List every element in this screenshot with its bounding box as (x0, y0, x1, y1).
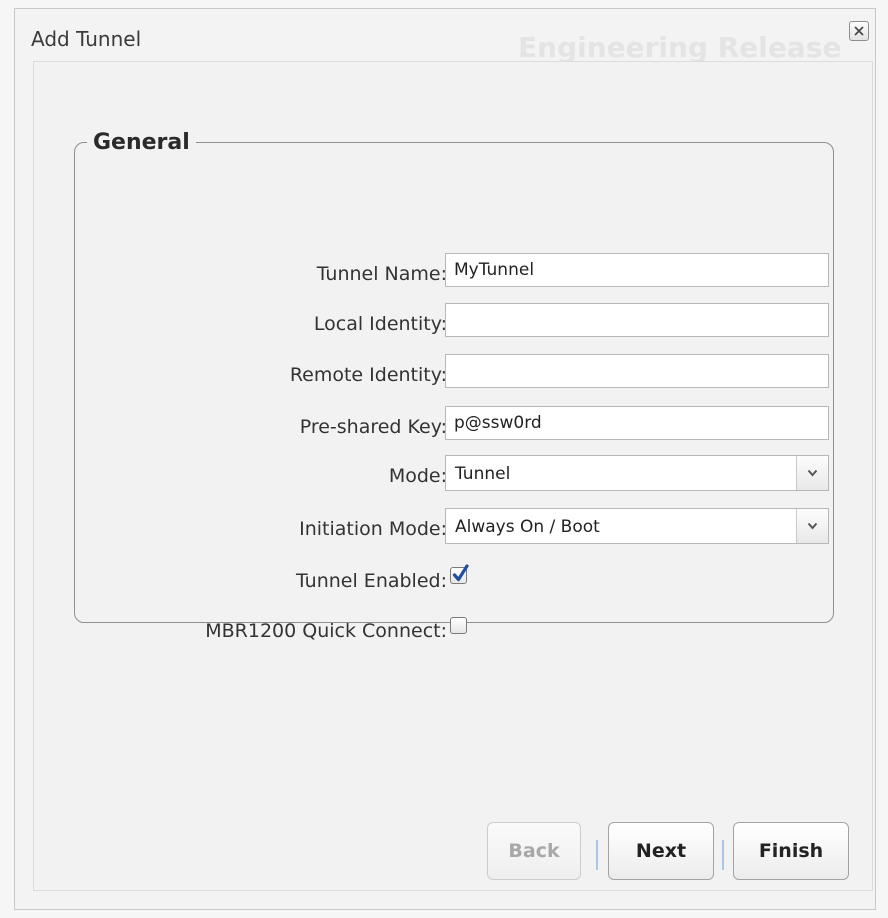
tunnel-name-input[interactable] (445, 253, 829, 287)
dialog-content: General Tunnel Name: Local Identity: Rem… (33, 61, 873, 891)
general-fieldset: General Tunnel Name: Local Identity: Rem… (74, 130, 835, 642)
background-watermark: Engineering Release (518, 31, 842, 61)
dialog-title: Add Tunnel (31, 27, 142, 51)
mode-select[interactable]: Tunnel (445, 455, 829, 491)
local-identity-label: Local Identity: (313, 313, 447, 335)
remote-identity-row: Remote Identity: (75, 354, 835, 394)
chevron-down-icon (807, 522, 818, 530)
local-identity-input[interactable] (445, 303, 829, 337)
mode-label: Mode: (388, 465, 447, 487)
button-separator (596, 840, 598, 870)
tunnel-enabled-row: Tunnel Enabled: (75, 560, 835, 600)
tunnel-enabled-checkbox[interactable] (450, 564, 469, 584)
initiation-mode-selected-value: Always On / Boot (455, 517, 600, 537)
finish-button[interactable]: Finish (733, 822, 849, 880)
dialog-titlebar[interactable]: Engineering Release Add Tunnel (15, 9, 875, 61)
quick-connect-row: MBR1200 Quick Connect: (75, 610, 835, 650)
button-separator (722, 840, 724, 870)
remote-identity-label: Remote Identity: (289, 364, 447, 386)
tunnel-enabled-label: Tunnel Enabled: (295, 570, 447, 592)
close-icon (854, 26, 864, 36)
tunnel-name-row: Tunnel Name: (75, 253, 835, 293)
quick-connect-label: MBR1200 Quick Connect: (205, 620, 447, 642)
tunnel-name-label: Tunnel Name: (316, 263, 447, 285)
initiation-mode-label: Initiation Mode: (299, 518, 447, 540)
back-button[interactable]: Back (487, 822, 581, 880)
mode-selected-value: Tunnel (455, 464, 511, 484)
local-identity-row: Local Identity: (75, 303, 835, 343)
general-legend: General (93, 130, 190, 155)
remote-identity-input[interactable] (445, 354, 829, 388)
checkmark-icon (452, 564, 469, 582)
chevron-down-icon (807, 469, 818, 477)
close-button[interactable] (849, 21, 869, 41)
pre-shared-key-input[interactable] (445, 406, 829, 440)
pre-shared-key-row: Pre-shared Key: (75, 406, 835, 446)
add-tunnel-dialog: Engineering Release Add Tunnel General T… (14, 8, 876, 910)
initiation-mode-select[interactable]: Always On / Boot (445, 508, 829, 544)
initiation-mode-row: Initiation Mode: Always On / Boot (75, 508, 835, 548)
quick-connect-checkbox[interactable] (450, 617, 467, 634)
mode-row: Mode: Tunnel (75, 455, 835, 495)
mode-dropdown-button[interactable] (796, 456, 828, 490)
initiation-mode-dropdown-button[interactable] (796, 509, 828, 543)
pre-shared-key-label: Pre-shared Key: (299, 416, 447, 438)
next-button[interactable]: Next (608, 822, 714, 880)
